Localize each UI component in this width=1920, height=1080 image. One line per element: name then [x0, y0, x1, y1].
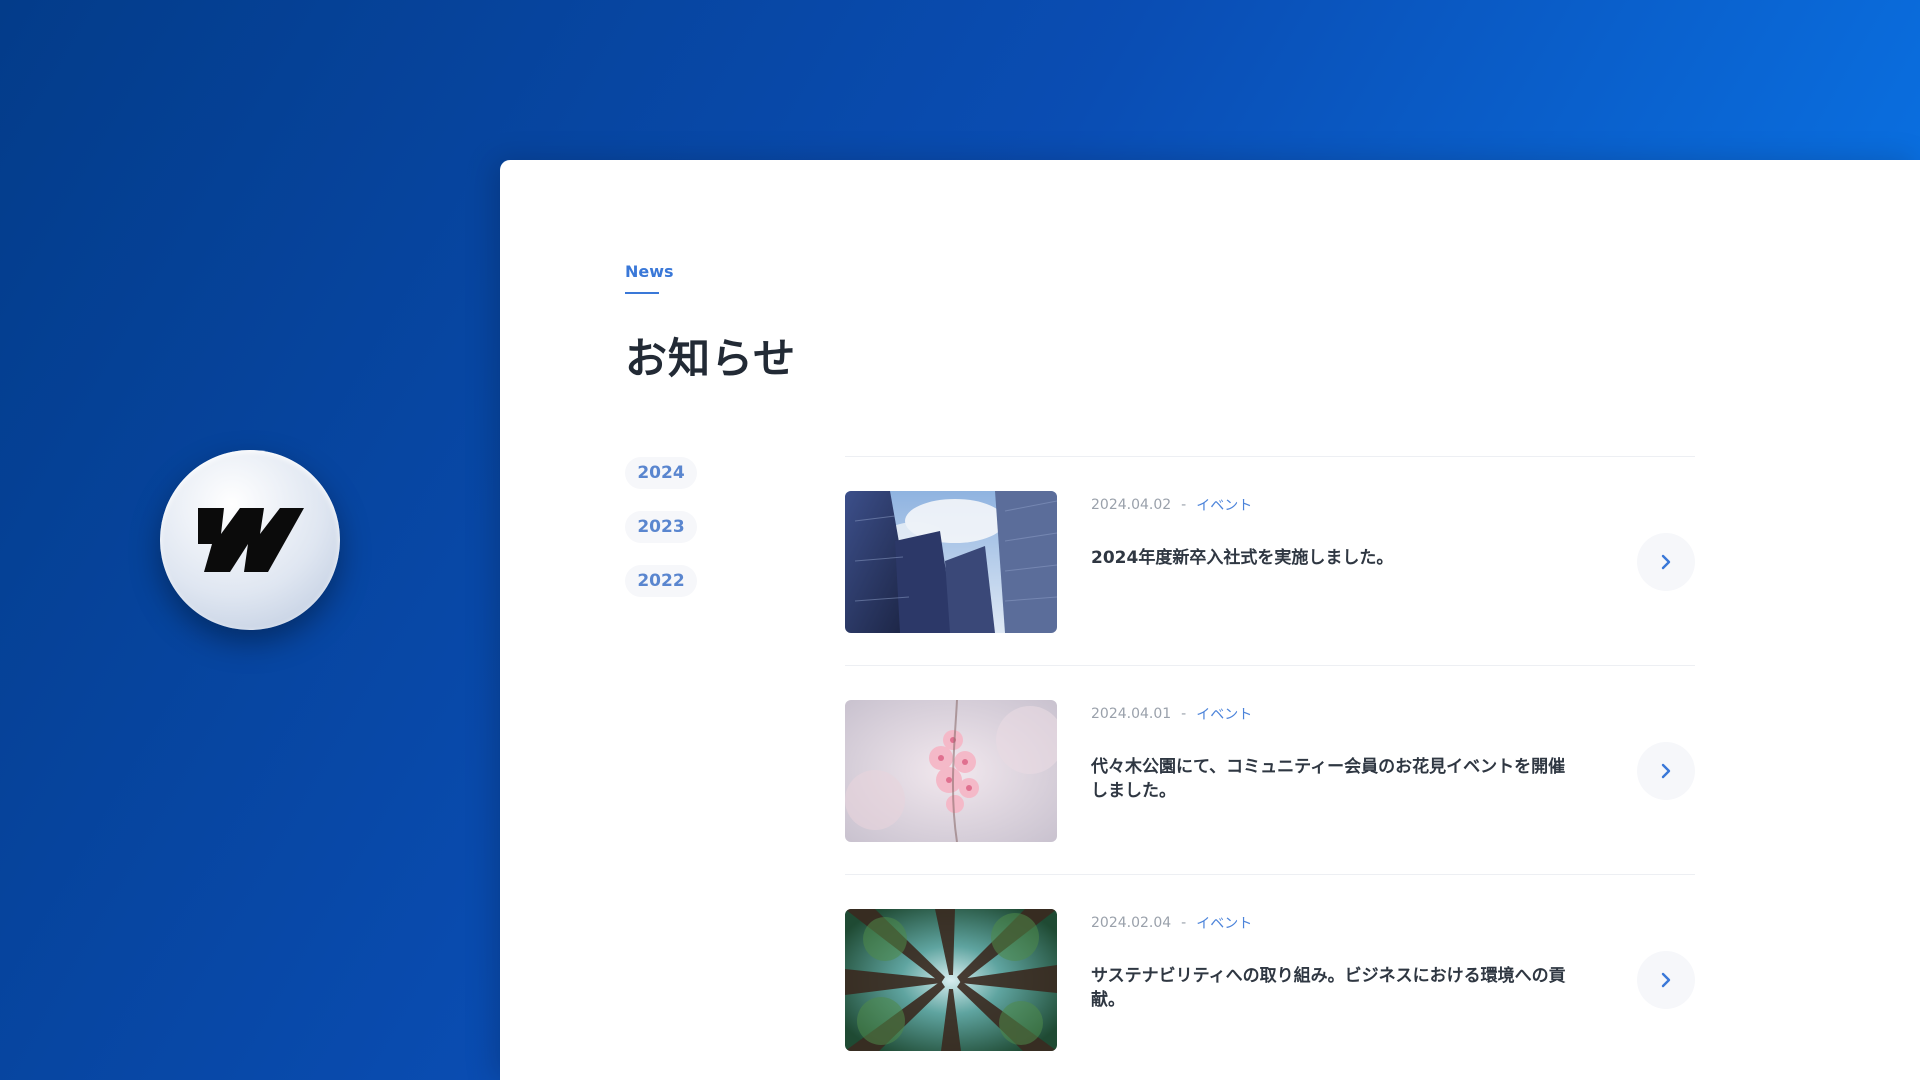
- section-eyebrow: News: [625, 262, 674, 281]
- eyebrow-underline: [625, 292, 659, 294]
- news-list: 2024.04.02 - イベント 2024年度新卒入社式を実施しました。 20…: [845, 456, 1695, 1080]
- chevron-right-icon: [1661, 763, 1671, 779]
- meta-separator: -: [1181, 497, 1187, 513]
- news-title[interactable]: サステナビリティへの取り組み。ビジネスにおける環境への貢献。: [1091, 964, 1571, 1012]
- news-title[interactable]: 代々木公園にて、コミュニティー会員のお花見イベントを開催しました。: [1091, 755, 1571, 803]
- chevron-right-icon: [1661, 972, 1671, 988]
- year-filter: 2024 2023 2022: [625, 457, 697, 597]
- year-filter-2022[interactable]: 2022: [625, 565, 697, 597]
- year-filter-2023[interactable]: 2023: [625, 511, 697, 543]
- forest-canopy-thumbnail[interactable]: [845, 909, 1057, 1051]
- news-category[interactable]: イベント: [1196, 913, 1252, 933]
- news-item[interactable]: 2024.02.04 - イベント サステナビリティへの取り組み。ビジネスにおけ…: [845, 874, 1695, 1080]
- background: News お知らせ 2024 2023 2022 2024.04.02 - イベ…: [0, 0, 1920, 1080]
- news-arrow-button[interactable]: [1637, 533, 1695, 591]
- webflow-logo-badge: [160, 450, 340, 630]
- webflow-logo-icon: [198, 508, 304, 572]
- news-item[interactable]: 2024.04.01 - イベント 代々木公園にて、コミュニティー会員のお花見イ…: [845, 665, 1695, 874]
- meta-separator: -: [1181, 706, 1187, 722]
- news-meta: 2024.02.04 - イベント: [1091, 913, 1252, 933]
- news-meta: 2024.04.01 - イベント: [1091, 704, 1252, 724]
- news-title[interactable]: 2024年度新卒入社式を実施しました。: [1091, 546, 1571, 570]
- news-date: 2024.04.02: [1091, 497, 1172, 513]
- cherry-blossom-thumbnail[interactable]: [845, 700, 1057, 842]
- skyscrapers-thumbnail[interactable]: [845, 491, 1057, 633]
- chevron-right-icon: [1661, 554, 1671, 570]
- meta-separator: -: [1181, 915, 1187, 931]
- news-category[interactable]: イベント: [1196, 495, 1252, 515]
- year-filter-2024[interactable]: 2024: [625, 457, 697, 489]
- news-meta: 2024.04.02 - イベント: [1091, 495, 1252, 515]
- news-date: 2024.04.01: [1091, 706, 1172, 722]
- page-title: お知らせ: [625, 334, 797, 383]
- news-panel: News お知らせ 2024 2023 2022 2024.04.02 - イベ…: [500, 160, 1920, 1080]
- news-arrow-button[interactable]: [1637, 951, 1695, 1009]
- news-item[interactable]: 2024.04.02 - イベント 2024年度新卒入社式を実施しました。: [845, 456, 1695, 665]
- news-arrow-button[interactable]: [1637, 742, 1695, 800]
- news-category[interactable]: イベント: [1196, 704, 1252, 724]
- news-date: 2024.02.04: [1091, 915, 1172, 931]
